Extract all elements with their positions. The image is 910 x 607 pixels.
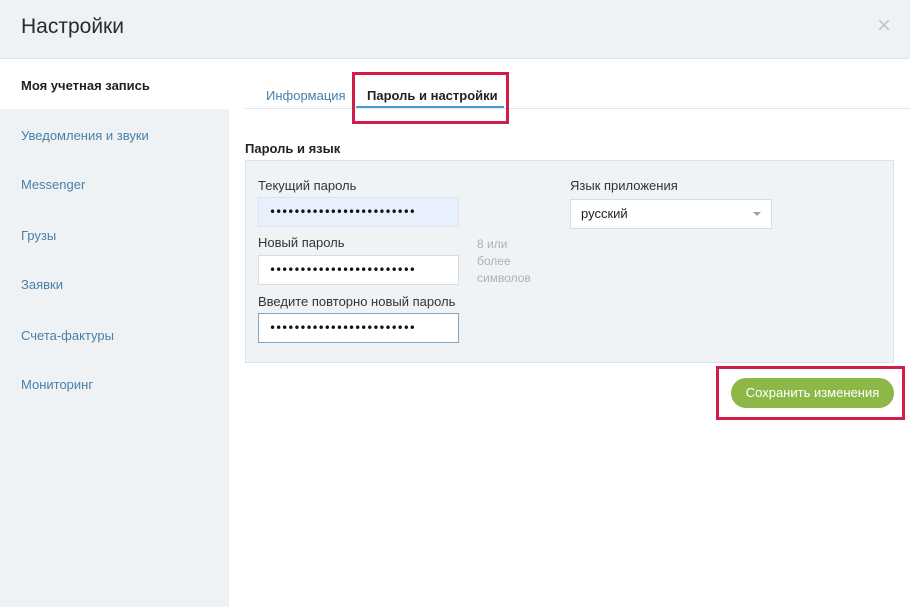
dialog-title: Настройки <box>21 15 124 38</box>
current-password-value: •••••••••••••••••••••••• <box>269 205 416 219</box>
close-icon[interactable]: × <box>872 14 896 38</box>
repeat-password-value: •••••••••••••••••••••••• <box>269 321 416 335</box>
language-select[interactable]: русский <box>570 199 772 229</box>
tabs-divider <box>245 108 910 109</box>
sidebar-item-messenger[interactable]: Messenger <box>21 177 85 192</box>
sidebar-item-cargo[interactable]: Грузы <box>21 228 56 243</box>
save-changes-button[interactable]: Сохранить изменения <box>731 378 894 408</box>
dialog-header: Настройки × <box>0 0 910 59</box>
current-password-field[interactable]: •••••••••••••••••••••••• <box>258 197 459 227</box>
hint-line-3: символов <box>477 271 531 285</box>
hint-line-2: более <box>477 254 511 268</box>
language-label: Язык приложения <box>570 178 678 193</box>
new-password-value: •••••••••••••••••••••••• <box>269 263 416 277</box>
section-title: Пароль и язык <box>245 141 341 156</box>
sidebar-item-account[interactable]: Моя учетная запись <box>21 78 150 93</box>
settings-dialog: Настройки × Моя учетная запись Уведомлен… <box>0 0 910 607</box>
tab-information[interactable]: Информация <box>266 88 346 103</box>
sidebar-item-monitoring[interactable]: Мониторинг <box>21 377 93 392</box>
repeat-password-field[interactable]: •••••••••••••••••••••••• <box>258 313 459 343</box>
hint-line-1: 8 или <box>477 237 508 251</box>
chevron-down-icon <box>753 212 761 216</box>
tab-password-settings[interactable]: Пароль и настройки <box>367 88 498 103</box>
repeat-password-label: Введите повторно новый пароль <box>258 294 456 309</box>
password-length-hint: 8 или более символов <box>477 236 537 287</box>
sidebar-item-notifications[interactable]: Уведомления и звуки <box>21 128 149 143</box>
sidebar-item-invoices[interactable]: Счета-фактуры <box>21 328 114 343</box>
new-password-field[interactable]: •••••••••••••••••••••••• <box>258 255 459 285</box>
current-password-label: Текущий пароль <box>258 178 357 193</box>
language-select-value: русский <box>581 206 628 221</box>
new-password-label: Новый пароль <box>258 235 345 250</box>
sidebar-item-requests[interactable]: Заявки <box>21 277 63 292</box>
